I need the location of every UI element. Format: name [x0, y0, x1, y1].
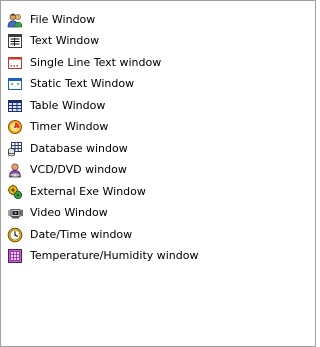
menu-items: File Window Text Window Single Line Text… [7, 9, 307, 267]
menu-item-label: VCD/DVD window [30, 163, 127, 177]
menu-item-database-window[interactable]: Database window [7, 138, 307, 160]
menu-item-label: Static Text Window [30, 77, 135, 91]
temperature-humidity-icon [7, 248, 23, 264]
menu-item-temperature-humidity-window[interactable]: Temperature/Humidity window [7, 246, 307, 268]
menu-item-label: Database window [30, 141, 128, 155]
table-window-icon [7, 98, 23, 114]
vcd-dvd-icon [7, 162, 23, 178]
clock-icon [7, 227, 23, 243]
static-text-icon [7, 76, 23, 92]
menu-item-static-text-window[interactable]: Static Text Window [7, 74, 307, 96]
menu-item-timer-window[interactable]: Timer Window [7, 117, 307, 139]
single-line-text-icon [7, 55, 23, 71]
window-type-menu: File Window Text Window Single Line Text… [0, 0, 316, 347]
timer-icon [7, 119, 23, 135]
menu-item-label: File Window [30, 12, 96, 26]
menu-item-label: Table Window [30, 98, 106, 112]
menu-item-label: Video Window [30, 206, 108, 220]
menu-item-table-window[interactable]: Table Window [7, 95, 307, 117]
menu-item-video-window[interactable]: Video Window [7, 203, 307, 225]
menu-item-label: Timer Window [30, 120, 109, 134]
menu-item-external-exe-window[interactable]: External Exe Window [7, 181, 307, 203]
menu-item-date-time-window[interactable]: Date/Time window [7, 224, 307, 246]
video-window-icon [7, 205, 23, 221]
menu-item-label: External Exe Window [30, 184, 146, 198]
menu-item-label: Single Line Text window [30, 55, 162, 69]
database-icon [7, 141, 23, 157]
file-window-icon [7, 12, 23, 28]
menu-item-vcd-dvd-window[interactable]: VCD/DVD window [7, 160, 307, 182]
menu-item-text-window[interactable]: Text Window [7, 31, 307, 53]
menu-item-file-window[interactable]: File Window [7, 9, 307, 31]
menu-item-label: Text Window [30, 34, 100, 48]
menu-item-label: Date/Time window [30, 227, 133, 241]
text-window-icon [7, 33, 23, 49]
menu-item-single-line-text-window[interactable]: Single Line Text window [7, 52, 307, 74]
menu-item-label: Temperature/Humidity window [30, 249, 199, 263]
external-exe-icon [7, 184, 23, 200]
